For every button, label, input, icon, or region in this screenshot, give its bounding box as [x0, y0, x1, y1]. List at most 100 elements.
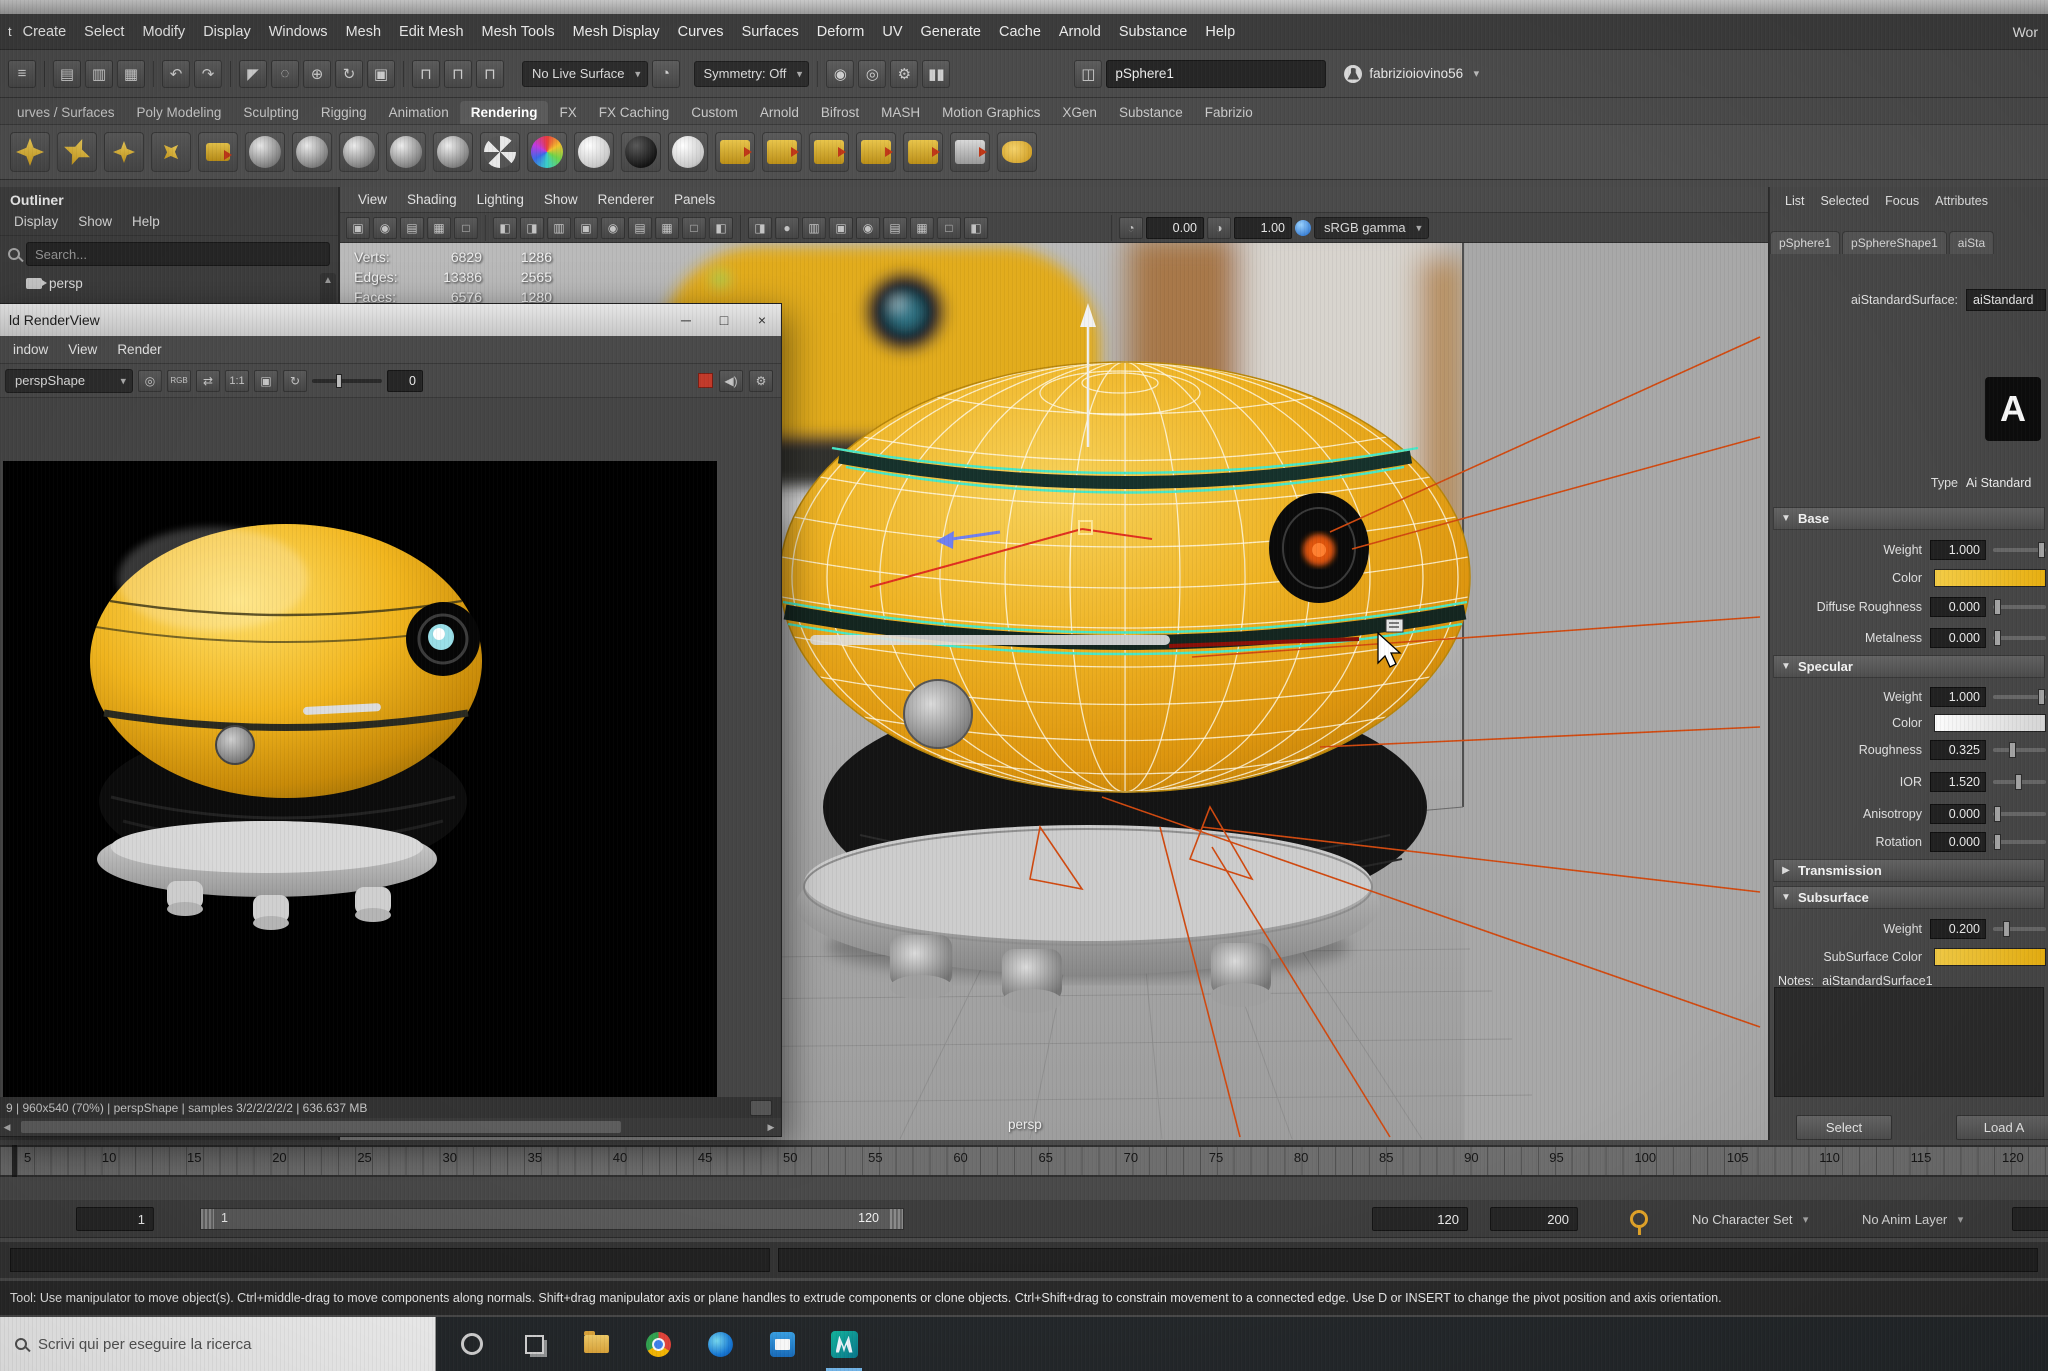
subsurface-section-header[interactable]: ▼ Subsurface	[1773, 886, 2045, 909]
move-tool-icon[interactable]: ⊕	[303, 60, 331, 88]
shelf-tab-sculpting[interactable]: Sculpting	[232, 101, 310, 124]
ambient-occlusion-icon[interactable]: ▤	[883, 217, 907, 239]
vp-menu-panels[interactable]: Panels	[664, 192, 725, 207]
render-icon[interactable]: ◉	[826, 60, 854, 88]
shelf-tab-poly-modeling[interactable]: Poly Modeling	[126, 101, 233, 124]
type-value[interactable]: Ai Standard	[1966, 476, 2031, 490]
task-view-icon[interactable]	[508, 1317, 560, 1371]
shadows-icon[interactable]: ◉	[856, 217, 880, 239]
shelf-tab-fx[interactable]: FX	[548, 101, 587, 124]
surface-name-field[interactable]: aiStandard	[1966, 289, 2046, 311]
menu-edit-mesh[interactable]: Edit Mesh	[390, 24, 472, 40]
mail-app-icon[interactable]	[756, 1317, 808, 1371]
subsurface-weight-field[interactable]: 0.200	[1930, 919, 1986, 939]
safe-title-icon[interactable]: ◧	[709, 217, 733, 239]
vp-menu-show[interactable]: Show	[534, 192, 588, 207]
scroll-left-icon[interactable]: ◀	[0, 1118, 17, 1136]
outliner-menu-display[interactable]: Display	[6, 212, 66, 231]
shelf-tab-arnold[interactable]: Arnold	[749, 101, 810, 124]
current-time-marker[interactable]	[12, 1145, 17, 1177]
shaderball-rainbow-icon[interactable]	[527, 132, 567, 172]
gamma-icon[interactable]: ◑	[1207, 217, 1231, 239]
transmission-section-header[interactable]: ▶ Transmission	[1773, 859, 2045, 882]
command-input[interactable]	[10, 1248, 770, 1272]
shelf-tab-motion-graphics[interactable]: Motion Graphics	[931, 101, 1051, 124]
selection-name-field[interactable]: pSphere1	[1106, 60, 1326, 88]
close-icon[interactable]: ×	[743, 304, 781, 336]
menu-surfaces[interactable]: Surfaces	[733, 24, 808, 40]
taskbar-search[interactable]: Scrivi qui per eseguire la ricerca	[0, 1317, 436, 1371]
resolution-gate-icon[interactable]: ◉	[601, 217, 625, 239]
metalness-slider[interactable]	[1993, 636, 2046, 640]
range-end-handle[interactable]	[890, 1209, 903, 1229]
render-settings-icon[interactable]: ⚙	[890, 60, 918, 88]
animation-end-field[interactable]: 200	[1490, 1207, 1578, 1231]
lock-camera-icon[interactable]: ◉	[373, 217, 397, 239]
vp-menu-view[interactable]: View	[348, 192, 397, 207]
render-camera-dropdown[interactable]: perspShape	[5, 369, 133, 393]
film-gate-icon[interactable]: ▣	[574, 217, 598, 239]
edge-icon[interactable]	[694, 1317, 746, 1371]
fps-field[interactable]	[2012, 1207, 2048, 1231]
shaderball-standard-icon[interactable]	[339, 132, 379, 172]
base-weight-field[interactable]: 1.000	[1930, 540, 1986, 560]
specular-weight-slider[interactable]	[1993, 695, 2046, 699]
menu-generate[interactable]: Generate	[912, 24, 990, 40]
multisample-icon[interactable]: □	[937, 217, 961, 239]
new-scene-icon[interactable]: ▤	[53, 60, 81, 88]
textured-mode-icon[interactable]: ▥	[802, 217, 826, 239]
ae-menu-selected[interactable]: Selected	[1813, 191, 1876, 211]
select-camera-icon[interactable]: ▣	[346, 217, 370, 239]
node-network-icon[interactable]	[762, 132, 802, 172]
shaderball-white-icon[interactable]	[574, 132, 614, 172]
menu-substance[interactable]: Substance	[1110, 24, 1197, 40]
symmetry-dropdown[interactable]: Symmetry: Off	[694, 61, 810, 87]
specular-color-swatch[interactable]	[1934, 714, 2046, 732]
rotate-tool-icon[interactable]: ↻	[335, 60, 363, 88]
rw-menu-render[interactable]: Render	[107, 342, 171, 357]
subsurface-color-swatch[interactable]	[1934, 948, 2046, 966]
exposure-field[interactable]: 0.00	[1146, 217, 1204, 239]
ior-field[interactable]: 1.520	[1930, 772, 1986, 792]
frame-image-icon[interactable]: ▣	[254, 370, 278, 392]
lasso-tool-icon[interactable]: ◌	[271, 60, 299, 88]
2d-pan-zoom-icon[interactable]: ◧	[493, 217, 517, 239]
ipr-render-icon[interactable]: ◎	[858, 60, 886, 88]
anim-layer-dropdown[interactable]: No Anim Layer	[1862, 1209, 1963, 1229]
rw-menu-view[interactable]: View	[58, 342, 107, 357]
auto-key-icon[interactable]	[1630, 1210, 1648, 1228]
node-network-icon[interactable]	[809, 132, 849, 172]
camera-attributes-icon[interactable]: ▤	[400, 217, 424, 239]
menu-windows[interactable]: Windows	[260, 24, 337, 40]
base-weight-slider[interactable]	[1993, 548, 2046, 552]
spot-light-icon[interactable]	[104, 132, 144, 172]
specular-weight-field[interactable]: 1.000	[1930, 687, 1986, 707]
abort-render-icon[interactable]	[698, 373, 713, 388]
cortana-icon[interactable]	[446, 1317, 498, 1371]
grid-toggle-icon[interactable]: ▥	[547, 217, 571, 239]
roughness-slider[interactable]	[1993, 748, 2046, 752]
shelf-tab-xgen[interactable]: XGen	[1051, 101, 1108, 124]
view-transform-dropdown[interactable]: sRGB gamma	[1314, 217, 1429, 239]
select-button[interactable]: Select	[1796, 1115, 1892, 1140]
layout-icon[interactable]: ◫	[1074, 60, 1102, 88]
shaderball-glass-icon[interactable]	[668, 132, 708, 172]
vp-menu-shading[interactable]: Shading	[397, 192, 467, 207]
menu-help[interactable]: Help	[1196, 24, 1244, 40]
menu-create[interactable]: Create	[14, 24, 76, 40]
menu-toggle-icon[interactable]: ≡	[8, 60, 36, 88]
chrome-icon[interactable]	[632, 1317, 684, 1371]
ior-slider[interactable]	[1993, 780, 2046, 784]
select-tool-icon[interactable]: ◤	[239, 60, 267, 88]
file-explorer-icon[interactable]	[570, 1317, 622, 1371]
rotation-slider[interactable]	[1993, 840, 2046, 844]
menu-mesh[interactable]: Mesh	[337, 24, 390, 40]
menu-display[interactable]: Display	[194, 24, 260, 40]
field-chart-icon[interactable]: ▦	[655, 217, 679, 239]
shelf-tab-substance[interactable]: Substance	[1108, 101, 1194, 124]
scroll-right-icon[interactable]: ▶	[761, 1118, 781, 1136]
time-slider[interactable]: 5 10 15 20 25 30 35 40 45 50 55 60 65 70…	[0, 1145, 2048, 1177]
shelf-tab-mash[interactable]: MASH	[870, 101, 931, 124]
vp-menu-lighting[interactable]: Lighting	[467, 192, 534, 207]
ae-menu-focus[interactable]: Focus	[1878, 191, 1926, 211]
